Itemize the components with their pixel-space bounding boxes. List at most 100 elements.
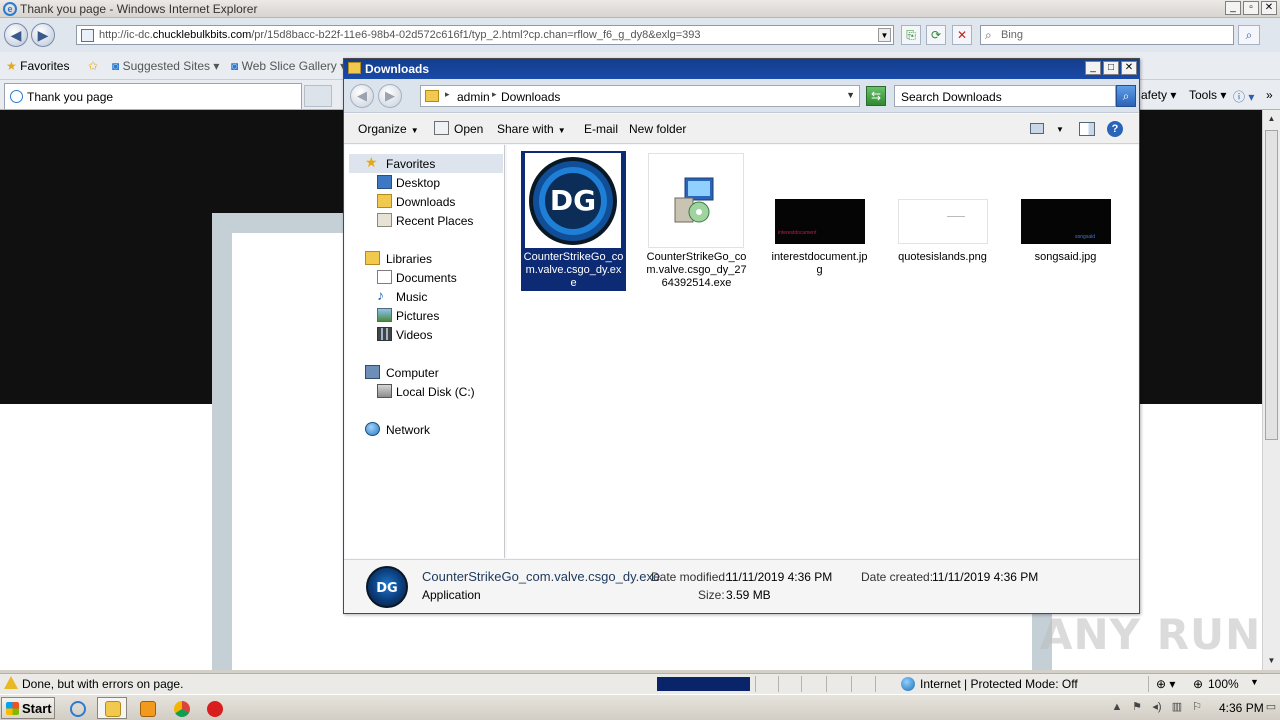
tools-menu[interactable]: Tools ▾ [1189, 88, 1226, 102]
favorites-button[interactable]: ★ Favorites [6, 59, 69, 73]
forward-button[interactable]: ▶ [31, 23, 55, 47]
tab-thank-you-page[interactable]: Thank you page [4, 83, 302, 109]
lock-icon[interactable]: ⊕ ▾ [1156, 677, 1175, 691]
scrollbar-thumb[interactable] [1265, 130, 1278, 440]
close-button[interactable]: ✕ [1261, 1, 1277, 15]
details-date-modified-label: Date modified: [651, 570, 729, 584]
antivirus-icon [207, 701, 223, 717]
address-input[interactable]: http://ic-dc.chucklebulkbits.com/pr/15d8… [76, 25, 894, 45]
organize-button[interactable]: Organize ▼ [358, 122, 419, 136]
explorer-minimize-button[interactable]: _ [1085, 61, 1101, 75]
security-zone-text[interactable]: Internet | Protected Mode: Off [920, 677, 1078, 691]
nav-videos[interactable]: Videos [349, 325, 503, 344]
search-go-icon[interactable]: ⌕ [1238, 25, 1260, 45]
minimize-button[interactable]: _ [1225, 1, 1241, 15]
search-input[interactable]: ⌕ Bing [980, 25, 1234, 45]
flag-icon[interactable]: ⚐ [1191, 701, 1203, 713]
taskbar-media-player-button[interactable] [132, 697, 162, 719]
suggested-sites-link[interactable]: ◙ Suggested Sites ▾ [112, 59, 219, 73]
view-options-icon[interactable] [1030, 123, 1044, 134]
volume-icon[interactable]: ◂) [1151, 701, 1163, 713]
nav-documents[interactable]: Documents [349, 268, 503, 287]
nav-libraries[interactable]: Libraries [349, 249, 503, 268]
chevron-right-icon[interactable]: ▸ [492, 89, 497, 100]
taskbar-security-button[interactable] [199, 697, 229, 719]
file-item[interactable]: interestdocument interestdocument.jpg [767, 151, 872, 291]
nav-pictures[interactable]: Pictures [349, 306, 503, 325]
help-icon[interactable]: ⓘ ▾ [1233, 88, 1254, 105]
folder-icon [425, 90, 439, 102]
add-favorites-icon[interactable]: ✩ [88, 59, 98, 73]
back-button[interactable]: ◀ [4, 23, 28, 47]
nav-desktop-label: Desktop [396, 176, 441, 190]
details-size-label: Size: [698, 588, 725, 602]
nav-local-disk[interactable]: Local Disk (C:) [349, 382, 503, 401]
nav-computer[interactable]: Computer [349, 363, 503, 382]
taskbar-chrome-button[interactable] [166, 697, 196, 719]
start-button[interactable]: Start [1, 697, 55, 719]
address-dropdown-icon[interactable]: ▼ [878, 28, 891, 42]
explorer-search-icon[interactable]: ⌕ [1116, 85, 1136, 107]
share-with-button[interactable]: Share with ▼ [497, 122, 566, 136]
chevron-down-icon[interactable]: ▼ [1250, 677, 1259, 687]
nav-desktop[interactable]: Desktop [349, 173, 503, 192]
taskbar-explorer-button[interactable] [97, 697, 127, 719]
stop-icon[interactable]: ✕ [952, 25, 972, 45]
status-separator [755, 676, 775, 692]
show-desktop-icon[interactable]: ▭ [1265, 701, 1277, 713]
star-icon: ★ [6, 59, 17, 73]
explorer-close-button[interactable]: ✕ [1121, 61, 1137, 75]
web-slice-gallery-link[interactable]: ◙ Web Slice Gallery ▾ [231, 59, 346, 73]
file-item[interactable]: DG CounterStrikeGo_com.valve.csgo_dy.exe [521, 151, 626, 291]
nav-downloads[interactable]: Downloads [349, 192, 503, 211]
nav-music[interactable]: ♪ Music [349, 287, 503, 306]
preview-pane-icon[interactable] [1079, 122, 1095, 136]
favorites-label: Favorites [20, 59, 70, 73]
taskbar-clock[interactable]: 4:36 PM [1219, 701, 1264, 715]
zoom-level[interactable]: 100% [1208, 677, 1239, 691]
safety-menu[interactable]: afety ▾ [1141, 88, 1176, 102]
file-item[interactable]: songsaid songsaid.jpg [1013, 151, 1118, 291]
chevron-down-icon[interactable]: ▼ [846, 90, 855, 100]
explorer-maximize-button[interactable]: □ [1103, 61, 1119, 75]
zoom-icon[interactable]: ⊕ [1193, 677, 1203, 691]
image-thumbnail-black: interestdocument [775, 199, 865, 244]
explorer-search-input[interactable]: Search Downloads [894, 85, 1116, 107]
nav-recent-places[interactable]: Recent Places [349, 211, 503, 230]
breadcrumb-downloads[interactable]: Downloads [501, 90, 560, 104]
action-center-icon[interactable]: ⚑ [1131, 701, 1143, 713]
nav-network[interactable]: Network [349, 420, 503, 439]
nav-downloads-label: Downloads [396, 195, 456, 209]
email-button[interactable]: E-mail [584, 122, 618, 136]
file-item[interactable]: quotesislands.png [890, 151, 995, 291]
breadcrumb-admin[interactable]: admin [457, 90, 490, 104]
chevron-down-icon[interactable]: ▼ [1056, 125, 1064, 134]
explorer-title: Downloads [365, 62, 430, 76]
restore-button[interactable]: ▫ [1243, 1, 1259, 15]
vertical-scrollbar[interactable]: ▲ ▼ [1262, 110, 1280, 670]
nav-favorites[interactable]: ★ Favorites [349, 154, 503, 173]
refresh-icon[interactable]: ⟳ [926, 25, 946, 45]
compatibility-view-icon[interactable]: ⎘ [901, 25, 921, 45]
file-item[interactable]: CounterStrikeGo_com.valve.csgo_dy_276439… [644, 151, 749, 291]
tray-expand-icon[interactable]: ▲ [1111, 701, 1123, 713]
pictures-icon [377, 308, 392, 322]
taskbar-ie-button[interactable] [62, 697, 92, 719]
explorer-refresh-icon[interactable]: ⇆ [866, 86, 886, 106]
ie-icon [70, 701, 86, 717]
scroll-down-arrow-icon[interactable]: ▼ [1265, 654, 1278, 668]
network-tray-icon[interactable]: ▥ [1171, 701, 1183, 713]
new-tab-button[interactable] [304, 85, 332, 107]
help-icon[interactable]: ? [1107, 121, 1123, 137]
chevron-down-icon[interactable]: ▸ [445, 89, 450, 100]
explorer-back-button[interactable]: ◀ [350, 84, 374, 108]
documents-icon [377, 270, 392, 284]
warning-icon[interactable] [4, 676, 18, 689]
scroll-up-arrow-icon[interactable]: ▲ [1265, 112, 1278, 126]
open-button[interactable]: Open [454, 122, 483, 136]
explorer-forward-button[interactable]: ▶ [378, 84, 402, 108]
explorer-address-bar[interactable]: ▸ admin ▸ Downloads ▼ [420, 85, 860, 107]
suggested-sites-label: Suggested Sites [122, 59, 210, 73]
new-folder-button[interactable]: New folder [629, 122, 686, 136]
chevron-right-icon[interactable]: » [1266, 88, 1273, 102]
